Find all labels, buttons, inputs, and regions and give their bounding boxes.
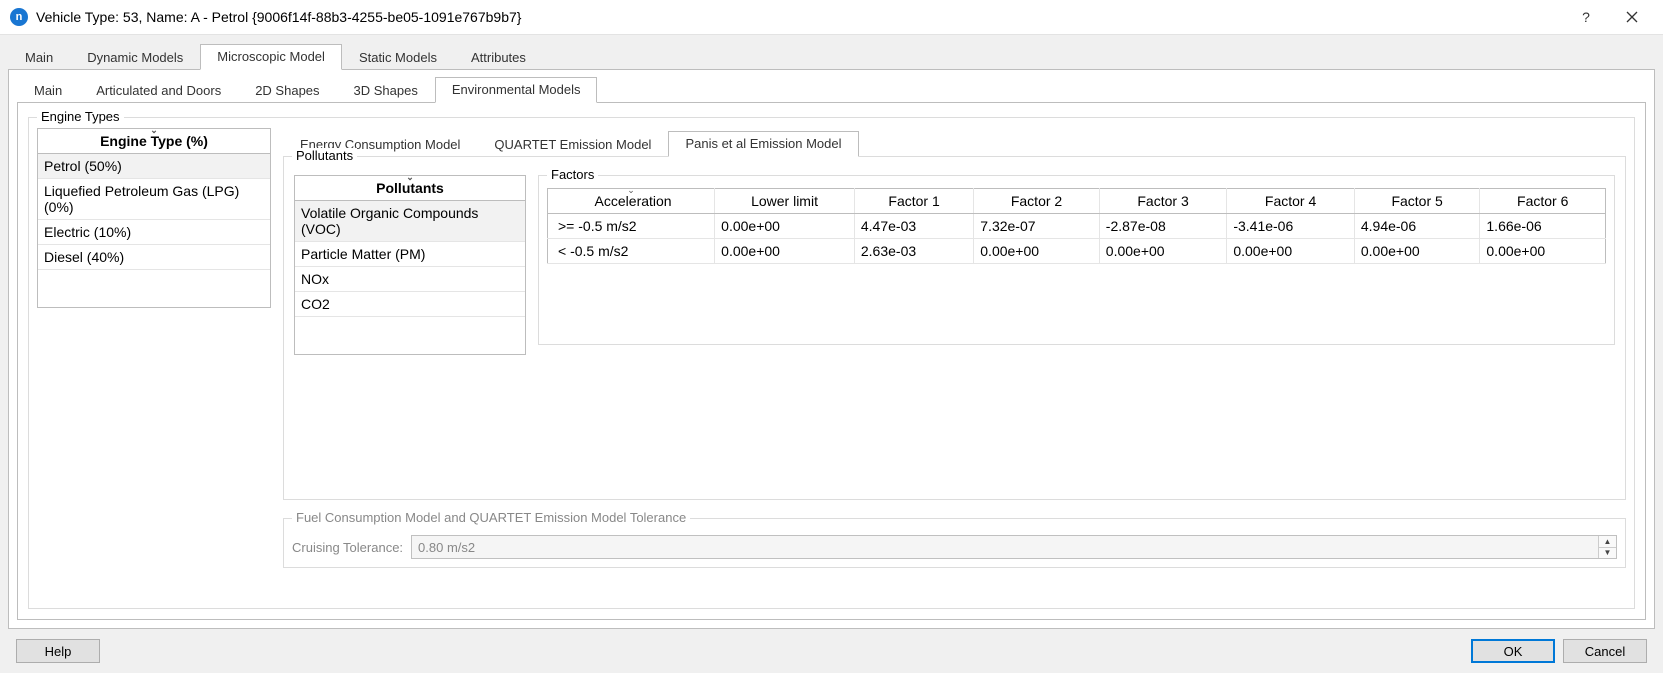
window-title: Vehicle Type: 53, Name: A - Petrol {9006… — [36, 9, 1563, 25]
col-acceleration[interactable]: ⌄Acceleration — [548, 189, 715, 214]
inner-tab-articulated[interactable]: Articulated and Doors — [79, 78, 238, 103]
pollutant-row[interactable]: NOx — [295, 267, 525, 292]
engine-type-header[interactable]: ⌄ Engine Type (%) — [38, 129, 270, 154]
engine-type-row[interactable]: Diesel (40%) — [38, 245, 270, 270]
cell[interactable]: 1.66e-06 — [1480, 214, 1606, 239]
pollutants-legend: Pollutants — [292, 148, 357, 163]
titlebar: n Vehicle Type: 53, Name: A - Petrol {90… — [0, 0, 1663, 34]
tolerance-input-wrap: ▲ ▼ — [411, 535, 1617, 559]
engine-type-list: ⌄ Engine Type (%) Petrol (50%) Liquefied… — [37, 128, 271, 308]
pollutants-group: Pollutants ⌄ Pollutants Volatile Organ — [283, 156, 1626, 500]
tab-panis-emission[interactable]: Panis et al Emission Model — [668, 131, 858, 157]
col-factor-1[interactable]: Factor 1 — [854, 189, 973, 214]
cruising-tolerance-input — [411, 535, 1617, 559]
outer-tab-row: Main Dynamic Models Microscopic Model St… — [8, 43, 1655, 69]
engine-type-row[interactable]: Liquefied Petroleum Gas (LPG) (0%) — [38, 179, 270, 220]
tab-attributes[interactable]: Attributes — [454, 45, 543, 70]
factors-header-row: ⌄Acceleration Lower limit Factor 1 Facto… — [548, 189, 1606, 214]
tolerance-group: Fuel Consumption Model and QUARTET Emiss… — [283, 518, 1626, 568]
client-area: Main Dynamic Models Microscopic Model St… — [0, 34, 1663, 673]
spin-up-icon: ▲ — [1598, 536, 1616, 548]
cell[interactable]: 4.47e-03 — [854, 214, 973, 239]
pollutants-header[interactable]: ⌄ Pollutants — [295, 176, 525, 201]
cell[interactable]: -3.41e-06 — [1227, 214, 1355, 239]
cell[interactable]: 0.00e+00 — [1354, 239, 1480, 264]
model-tab-row: Energy Consumption Model QUARTET Emissio… — [283, 130, 1626, 156]
inner-tab-page: Engine Types ⌄ Engine Type (%) Petrol (5… — [17, 102, 1646, 620]
chevron-down-icon: ⌄ — [150, 127, 158, 133]
inner-tab-main[interactable]: Main — [17, 78, 79, 103]
close-button[interactable] — [1609, 2, 1655, 32]
chevron-down-icon: ⌄ — [406, 174, 414, 180]
cell[interactable]: 4.94e-06 — [1354, 214, 1480, 239]
factors-table: ⌄Acceleration Lower limit Factor 1 Facto… — [547, 188, 1606, 264]
cell[interactable]: -2.87e-08 — [1099, 214, 1227, 239]
cell[interactable]: 0.00e+00 — [1480, 239, 1606, 264]
app-icon: n — [10, 8, 28, 26]
inner-tab-3d-shapes[interactable]: 3D Shapes — [337, 78, 435, 103]
engine-types-group: Engine Types ⌄ Engine Type (%) Petrol (5… — [28, 117, 1635, 609]
tab-dynamic-models[interactable]: Dynamic Models — [70, 45, 200, 70]
outer-tab-page: Main Articulated and Doors 2D Shapes 3D … — [8, 69, 1655, 629]
cell[interactable]: < -0.5 m/s2 — [548, 239, 715, 264]
dialog-window: n Vehicle Type: 53, Name: A - Petrol {90… — [0, 0, 1663, 673]
cell[interactable]: 0.00e+00 — [715, 239, 855, 264]
cell[interactable]: >= -0.5 m/s2 — [548, 214, 715, 239]
factors-group: Factors ⌄Acceleration Lower limit Factor… — [538, 175, 1615, 345]
cell[interactable]: 7.32e-07 — [974, 214, 1100, 239]
tolerance-label: Cruising Tolerance: — [292, 540, 403, 555]
pollutant-blank-row — [295, 317, 525, 343]
col-factor-6[interactable]: Factor 6 — [1480, 189, 1606, 214]
inner-tab-row: Main Articulated and Doors 2D Shapes 3D … — [17, 76, 1646, 102]
tolerance-spinner: ▲ ▼ — [1598, 536, 1616, 558]
help-dialog-button[interactable]: Help — [16, 639, 100, 663]
cell[interactable]: 2.63e-03 — [854, 239, 973, 264]
close-icon — [1626, 11, 1638, 23]
emission-model-pane: Energy Consumption Model QUARTET Emissio… — [283, 128, 1626, 568]
inner-tab-environmental[interactable]: Environmental Models — [435, 77, 598, 103]
col-factor-3[interactable]: Factor 3 — [1099, 189, 1227, 214]
engine-type-row[interactable]: Petrol (50%) — [38, 154, 270, 179]
factors-row[interactable]: < -0.5 m/s2 0.00e+00 2.63e-03 0.00e+00 0… — [548, 239, 1606, 264]
tab-main[interactable]: Main — [8, 45, 70, 70]
factors-legend: Factors — [547, 167, 598, 182]
ok-button[interactable]: OK — [1471, 639, 1555, 663]
inner-tab-2d-shapes[interactable]: 2D Shapes — [238, 78, 336, 103]
col-lower-limit[interactable]: Lower limit — [715, 189, 855, 214]
chevron-down-icon: ⌄ — [627, 187, 635, 193]
engine-type-row[interactable]: Electric (10%) — [38, 220, 270, 245]
cancel-button[interactable]: Cancel — [1563, 639, 1647, 663]
cell[interactable]: 0.00e+00 — [1227, 239, 1355, 264]
engine-type-blank-row — [38, 270, 270, 296]
col-factor-4[interactable]: Factor 4 — [1227, 189, 1355, 214]
tab-microscopic-model[interactable]: Microscopic Model — [200, 44, 342, 70]
pollutant-row[interactable]: Particle Matter (PM) — [295, 242, 525, 267]
cell[interactable]: 0.00e+00 — [1099, 239, 1227, 264]
engine-types-legend: Engine Types — [37, 109, 124, 124]
factors-row[interactable]: >= -0.5 m/s2 0.00e+00 4.47e-03 7.32e-07 … — [548, 214, 1606, 239]
dialog-button-row: Help OK Cancel — [8, 629, 1655, 673]
tab-quartet-emission[interactable]: QUARTET Emission Model — [477, 132, 668, 157]
col-factor-5[interactable]: Factor 5 — [1354, 189, 1480, 214]
col-factor-2[interactable]: Factor 2 — [974, 189, 1100, 214]
pollutants-list: ⌄ Pollutants Volatile Organic Compounds … — [294, 175, 526, 355]
help-button[interactable]: ? — [1563, 2, 1609, 32]
cell[interactable]: 0.00e+00 — [715, 214, 855, 239]
pollutant-row[interactable]: CO2 — [295, 292, 525, 317]
cell[interactable]: 0.00e+00 — [974, 239, 1100, 264]
spin-down-icon: ▼ — [1598, 548, 1616, 559]
tolerance-legend: Fuel Consumption Model and QUARTET Emiss… — [292, 510, 690, 525]
tab-static-models[interactable]: Static Models — [342, 45, 454, 70]
pollutant-row[interactable]: Volatile Organic Compounds (VOC) — [295, 201, 525, 242]
